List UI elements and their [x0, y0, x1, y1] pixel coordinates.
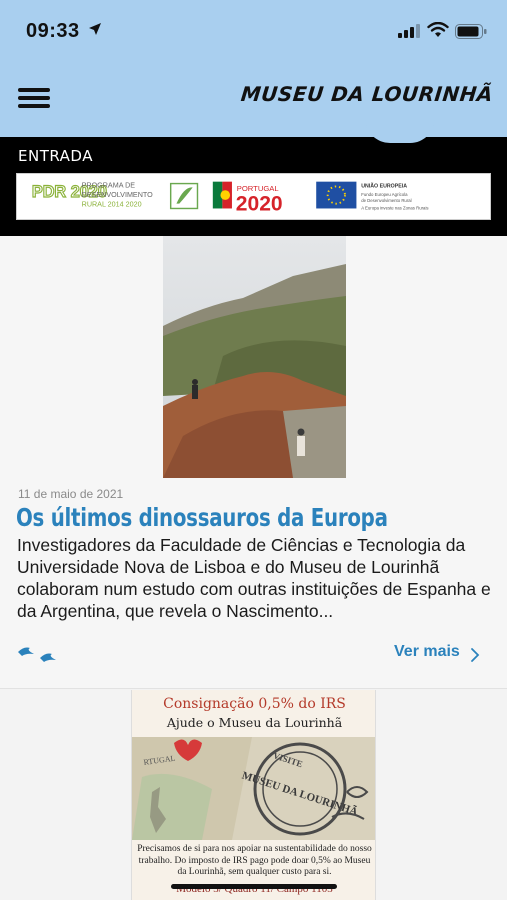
- status-time: 09:33: [26, 20, 80, 42]
- eu-title: UNIÃO EUROPEIA: [361, 182, 407, 189]
- irs-poster-card[interactable]: Consignação 0,5% do IRS Ajude o Museu da…: [131, 690, 376, 900]
- wifi-icon: [427, 22, 449, 37]
- birds-icon: [18, 647, 56, 662]
- funding-logos-banner: PDR 2020 PROGRAMA DE DESENVOLVIMENTO RUR…: [16, 173, 491, 220]
- cellular-signal-icon: [398, 24, 420, 38]
- pdr-text-1: PROGRAMA DE: [82, 181, 136, 189]
- chevron-right-icon[interactable]: [470, 647, 480, 663]
- eu-line-2: de Desenvolvimento Rural: [361, 198, 411, 203]
- app-brand-title: MUSEU DA LOURINHÃ: [239, 82, 495, 106]
- read-more-link[interactable]: Ver mais: [394, 643, 460, 661]
- article-photo[interactable]: [163, 236, 346, 478]
- article-title[interactable]: Os últimos dinossauros da Europa: [16, 503, 388, 532]
- pdr-text-3: RURAL 2014 2020: [82, 201, 142, 209]
- status-bar: 09:33: [0, 0, 507, 60]
- section-title: ENTRADA: [18, 147, 93, 165]
- poster-subtitle: Ajude o Museu da Lourinhã: [166, 715, 343, 730]
- hamburger-menu-icon[interactable]: [18, 88, 50, 110]
- portugal-year: 2020: [236, 192, 283, 215]
- location-arrow-icon: [89, 23, 101, 35]
- poster-stamp-image: RTUGAL VISITE MUSEU DA LOURINHÃ: [132, 737, 375, 840]
- app-header: 09:33 MUSEU DA LOURINHÃ: [0, 0, 507, 137]
- pdr-text-2: DESENVOLVIMENTO: [82, 191, 153, 199]
- battery-icon: [455, 24, 487, 39]
- article-date: 11 de maio de 2021: [18, 487, 124, 501]
- eu-line-1: Fundo Europeu Agrícola: [361, 192, 408, 197]
- home-indicator[interactable]: [171, 884, 337, 889]
- card-divider: [0, 688, 507, 689]
- eu-line-3: A Europa investe nas Zonas Rurais: [361, 205, 428, 210]
- poster-title: Consignação 0,5% do IRS: [163, 696, 346, 712]
- article-excerpt: Investigadores da Faculdade de Ciências …: [17, 535, 491, 621]
- poster-body-text: Precisamos de si para nos apoiar na sust…: [137, 844, 372, 877]
- leader-logo: [169, 182, 199, 210]
